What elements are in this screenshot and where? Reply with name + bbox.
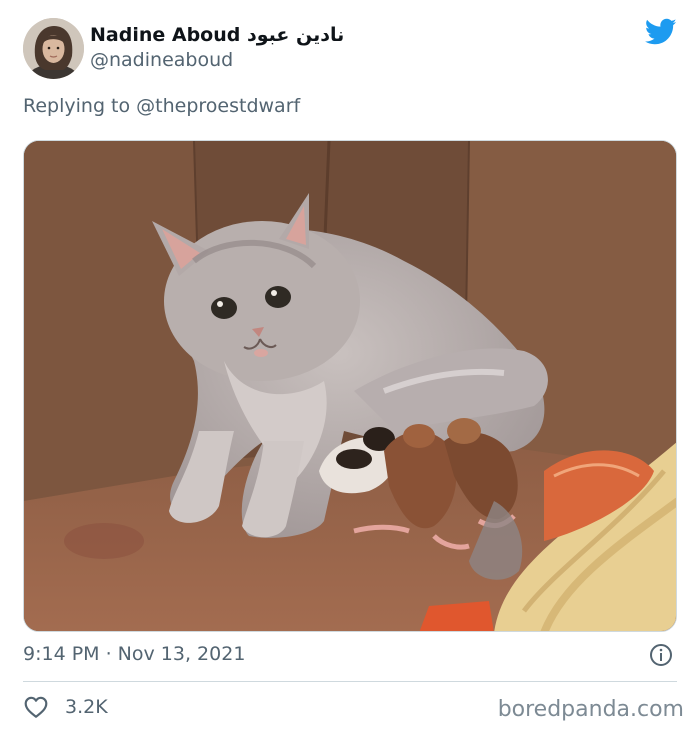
avatar[interactable] [23, 18, 84, 79]
like-count: 3.2K [65, 696, 108, 718]
author-name-row[interactable]: Nadine Aboud نادين عبود [90, 21, 344, 49]
reply-context: Replying to @theproestdwarf [23, 95, 300, 117]
author-display-name[interactable]: Nadine Aboud نادين عبود [90, 24, 344, 46]
twitter-bird-icon[interactable] [645, 18, 677, 46]
tweet-photo[interactable] [23, 140, 677, 632]
tweet-timestamp[interactable]: 9:14 PM · Nov 13, 2021 [23, 643, 245, 665]
divider [23, 681, 677, 682]
cat-photo-illustration [24, 141, 676, 631]
watermark: boredpanda.com [497, 697, 684, 722]
reply-prefix: Replying to [23, 95, 137, 117]
author-handle[interactable]: @nadineaboud [90, 49, 233, 71]
heart-icon[interactable] [23, 694, 49, 720]
info-icon[interactable] [649, 643, 673, 667]
reply-mention-link[interactable]: @theproestdwarf [136, 95, 300, 117]
tweet-card: Nadine Aboud نادين عبود @nadineaboud Rep… [0, 0, 700, 733]
like-action[interactable]: 3.2K [23, 693, 108, 721]
